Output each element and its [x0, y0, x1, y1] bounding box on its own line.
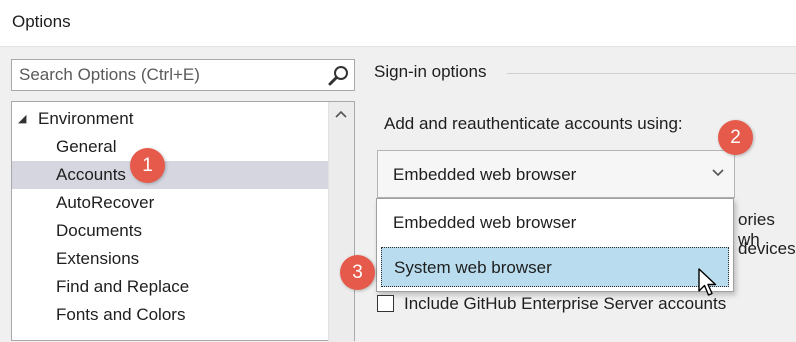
step-badge-1: 1	[130, 148, 165, 183]
tree-item-documents[interactable]: Documents	[12, 217, 329, 245]
tree-item-label: Find and Replace	[56, 277, 190, 296]
options-tree: ◢ Environment General Accounts AutoRecov…	[11, 101, 355, 342]
tree-item-accounts[interactable]: Accounts	[12, 161, 329, 189]
dropdown-option-embedded-browser[interactable]: Embedded web browser	[381, 203, 729, 243]
tree-node-environment[interactable]: ◢ Environment	[12, 105, 329, 133]
tree-item-autorecover[interactable]: AutoRecover	[12, 189, 329, 217]
step-badge-3: 3	[340, 255, 375, 290]
step-badge-2: 2	[718, 120, 753, 155]
dropdown-list: Embedded web browser System web browser	[376, 198, 734, 292]
scroll-up-arrow-icon[interactable]	[335, 110, 347, 118]
dropdown-option-system-browser[interactable]: System web browser	[381, 247, 729, 287]
dropdown-option-label: Embedded web browser	[393, 213, 577, 232]
search-icon[interactable]	[326, 63, 352, 89]
github-enterprise-checkbox[interactable]	[377, 295, 394, 312]
search-box[interactable]	[11, 59, 355, 91]
checkbox-label: Include GitHub Enterprise Server account…	[404, 294, 727, 313]
tree-node-label: Environment	[38, 109, 134, 128]
tree-item-find-and-replace[interactable]: Find and Replace	[12, 273, 329, 301]
auth-method-label: Add and reauthenticate accounts using:	[384, 114, 683, 133]
tree-item-extensions[interactable]: Extensions	[12, 245, 329, 273]
tree-item-general[interactable]: General	[12, 133, 329, 161]
tree-item-label: Documents	[56, 221, 142, 240]
tree-item-fonts-and-colors[interactable]: Fonts and Colors	[12, 301, 329, 329]
tree-scrollbar[interactable]	[328, 102, 354, 342]
title-bar: Options	[0, 0, 796, 47]
mouse-pointer-icon	[698, 268, 717, 296]
tree-item-label: General	[56, 137, 117, 156]
search-input[interactable]	[12, 60, 322, 90]
auth-browser-dropdown[interactable]: Embedded web browser	[377, 150, 735, 198]
tree-item-label: Accounts	[56, 165, 126, 184]
chevron-down-icon[interactable]	[712, 169, 724, 177]
expand-triangle-icon[interactable]: ◢	[18, 105, 26, 133]
tree-item-label: Extensions	[56, 249, 140, 268]
tree-item-label: Fonts and Colors	[56, 305, 186, 324]
obscured-option-text: devices	[738, 239, 796, 258]
dropdown-option-label: System web browser	[394, 258, 552, 277]
tree-item-label: AutoRecover	[56, 193, 155, 212]
window-title: Options	[12, 12, 71, 31]
sign-in-options-group-label: Sign-in options	[374, 62, 487, 81]
group-divider	[507, 73, 796, 74]
dropdown-selected-value: Embedded web browser	[393, 165, 577, 184]
